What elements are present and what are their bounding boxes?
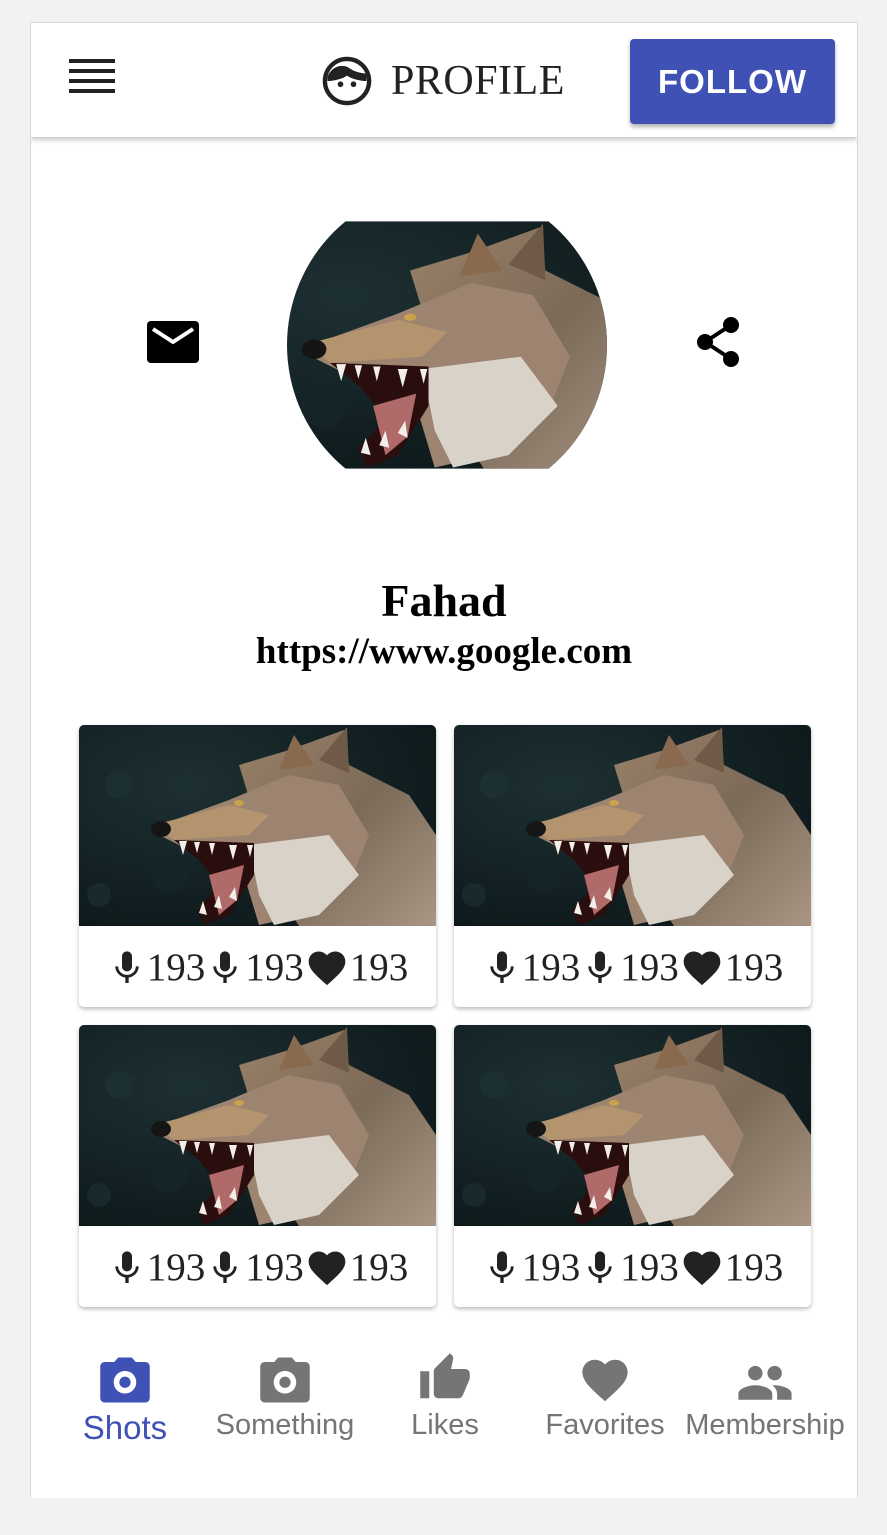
- app-frame: PROFILE FOLLOW Fahad https://www.google.…: [30, 22, 858, 1498]
- people-icon: [738, 1365, 792, 1400]
- nav-item-something[interactable]: Something: [205, 1343, 365, 1453]
- profile-url[interactable]: https://www.google.com: [31, 630, 857, 673]
- bottom-navigation: Shots Something Likes Favorites Membersh…: [45, 1343, 845, 1453]
- heart-icon: [683, 951, 721, 985]
- shot-image: [454, 725, 811, 926]
- shot-stats: 193 193 193: [454, 928, 811, 1007]
- mic-stat: 193: [107, 1245, 205, 1290]
- like-stat: 193: [304, 1245, 408, 1290]
- heart-icon: [582, 1359, 628, 1402]
- face-icon: [322, 56, 372, 106]
- mic-stat: 193: [205, 945, 304, 990]
- like-stat: 193: [304, 945, 408, 990]
- mic-icon: [115, 950, 139, 983]
- shot-stats: 193 193 193: [454, 1228, 811, 1307]
- mail-icon[interactable]: [147, 321, 199, 363]
- mic-stat: 193: [107, 945, 205, 990]
- header-title: PROFILE: [321, 53, 565, 109]
- like-stat: 193: [679, 945, 783, 990]
- mic-icon: [588, 1250, 612, 1283]
- nav-item-shots[interactable]: Shots: [45, 1343, 205, 1453]
- shot-card[interactable]: 193 193 193: [79, 725, 436, 1007]
- profile-name: Fahad: [381, 575, 507, 626]
- camera-icon: [100, 1357, 150, 1403]
- mic-icon: [213, 950, 237, 983]
- nav-label: Likes: [411, 1409, 479, 1441]
- like-stat: 193: [679, 1245, 783, 1290]
- shot-image: [79, 725, 436, 926]
- nav-label: Something: [215, 1409, 355, 1441]
- nav-item-favorites[interactable]: Favorites: [525, 1343, 685, 1453]
- follow-button[interactable]: FOLLOW: [630, 39, 835, 124]
- shot-image: [454, 1025, 811, 1226]
- mic-icon: [588, 950, 612, 983]
- mic-stat: 193: [580, 945, 679, 990]
- nav-label: Favorites: [545, 1409, 665, 1441]
- app-bar: PROFILE FOLLOW: [31, 23, 857, 137]
- shot-card[interactable]: 193 193 193: [454, 725, 811, 1007]
- mic-icon: [115, 1250, 139, 1283]
- thumb-up-icon: [420, 1353, 470, 1399]
- shot-card[interactable]: 193 193 193: [454, 1025, 811, 1307]
- heart-icon: [308, 1251, 346, 1285]
- mic-icon: [213, 1250, 237, 1283]
- nav-item-membership[interactable]: Membership: [685, 1343, 845, 1453]
- menu-icon[interactable]: [69, 59, 117, 95]
- nav-label: Membership: [685, 1409, 845, 1441]
- shot-card[interactable]: 193 193 193: [79, 1025, 436, 1307]
- shot-image: [79, 1025, 436, 1226]
- profile-avatar: [287, 185, 607, 505]
- nav-item-likes[interactable]: Likes: [365, 1343, 525, 1453]
- heart-icon: [308, 951, 346, 985]
- camera-icon: [260, 1357, 310, 1403]
- heart-icon: [683, 1251, 721, 1285]
- mic-stat: 193: [482, 1245, 580, 1290]
- mic-icon: [490, 950, 514, 983]
- mic-stat: 193: [205, 1245, 304, 1290]
- mic-stat: 193: [580, 1245, 679, 1290]
- shot-stats: 193 193 193: [79, 928, 436, 1007]
- page-title: PROFILE: [391, 58, 565, 104]
- shot-stats: 193 193 193: [79, 1228, 436, 1307]
- mic-stat: 193: [482, 945, 580, 990]
- nav-label: Shots: [82, 1409, 168, 1446]
- share-icon[interactable]: [693, 315, 743, 369]
- mic-icon: [490, 1250, 514, 1283]
